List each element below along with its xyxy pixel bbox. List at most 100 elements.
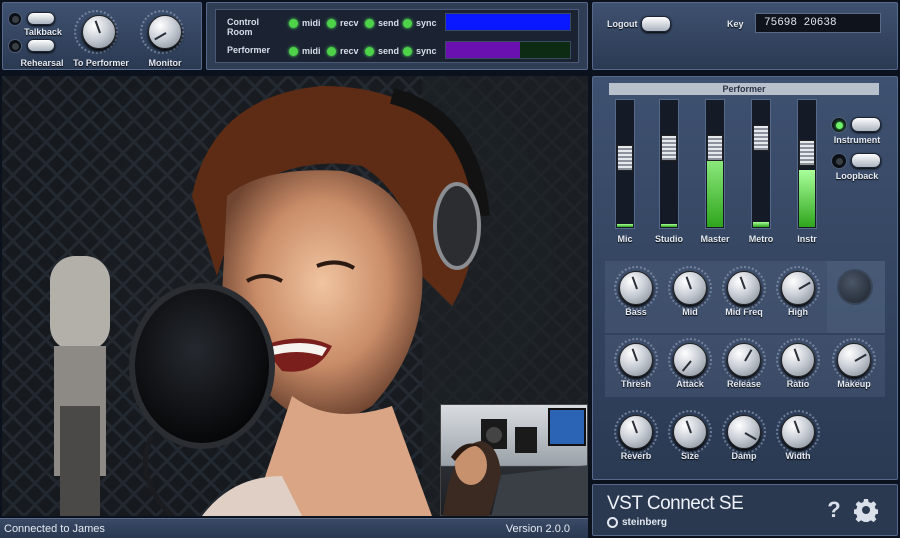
- instrument-label: Instrument: [833, 135, 881, 145]
- midi-led-icon: [289, 18, 298, 28]
- monitor-label: Monitor: [148, 58, 182, 68]
- version-text: Version 2.0.0: [505, 523, 570, 535]
- account-panel: Logout Key 75698 20638: [592, 2, 898, 70]
- damp-knob[interactable]: [727, 415, 761, 449]
- performer-send: send: [365, 46, 399, 56]
- control-room-video: [440, 404, 588, 516]
- recv-led-icon: [327, 46, 336, 56]
- connection-status-text: Connected to James: [4, 523, 105, 535]
- rehearsal-label: Rehearsal: [20, 58, 64, 68]
- mid-knob-group: Mid: [663, 266, 717, 317]
- attack-knob[interactable]: [673, 343, 707, 377]
- sync-led-icon: [403, 18, 412, 28]
- ratio-knob-group: Ratio: [771, 338, 825, 389]
- control-room-meter: [445, 13, 571, 31]
- help-icon[interactable]: ?: [823, 497, 845, 523]
- logout-label: Logout: [607, 19, 638, 29]
- fader-mic[interactable]: [615, 99, 635, 229]
- talkback-panel: Talkback Rehearsal To Performer Monitor: [2, 2, 202, 70]
- performer-recv: recv: [327, 46, 359, 56]
- control-room-midi: midi: [289, 18, 321, 28]
- fader-handle[interactable]: [753, 125, 769, 151]
- width-knob-group: Width: [771, 410, 825, 461]
- to-performer-label: To Performer: [73, 58, 129, 68]
- send-led-icon: [365, 46, 374, 56]
- attack-knob-group: Attack: [663, 338, 717, 389]
- control-room-meter-fill: [446, 14, 570, 30]
- thresh-knob[interactable]: [619, 343, 653, 377]
- eq-extra-knob-section: [827, 261, 885, 333]
- performer-row: Performer: [227, 45, 283, 55]
- to-performer-knob[interactable]: [82, 15, 116, 49]
- makeup-knob[interactable]: [837, 343, 871, 377]
- performer-meter-fill: [446, 42, 521, 58]
- performer-status-label: Performer: [227, 45, 271, 55]
- performer-meter: [445, 41, 571, 59]
- fader-level-fill: [753, 222, 769, 227]
- monitor-knob[interactable]: [148, 15, 182, 49]
- key-label: Key: [727, 19, 744, 29]
- size-knob[interactable]: [673, 415, 707, 449]
- width-knob[interactable]: [781, 415, 815, 449]
- release-knob[interactable]: [727, 343, 761, 377]
- fader-handle[interactable]: [661, 135, 677, 161]
- video-feed: [2, 76, 588, 516]
- rehearsal-led: [8, 39, 22, 53]
- rehearsal-toggle[interactable]: [27, 39, 55, 52]
- loopback-toggle[interactable]: [851, 153, 881, 168]
- ratio-knob[interactable]: [781, 343, 815, 377]
- mid-freq-knob[interactable]: [727, 271, 761, 305]
- fader-label-studio: Studio: [655, 234, 683, 244]
- monitor-knob-group: [135, 10, 195, 54]
- sync-led-icon: [403, 46, 412, 56]
- performer-title-bar: Performer: [609, 83, 879, 95]
- settings-gear-icon[interactable]: [853, 497, 879, 523]
- instrument-toggle[interactable]: [851, 117, 881, 132]
- reverb-knob-group: Reverb: [609, 410, 663, 461]
- control-room-send: send: [365, 18, 399, 28]
- fader-handle[interactable]: [707, 135, 723, 161]
- control-room-row: Control Room: [227, 17, 283, 37]
- steinberg-logo-icon: [607, 517, 618, 528]
- fader-label-metro: Metro: [748, 234, 774, 244]
- logout-button[interactable]: [641, 16, 671, 32]
- fader-handle[interactable]: [799, 140, 815, 166]
- size-knob-group: Size: [663, 410, 717, 461]
- steinberg-logo: steinberg: [607, 517, 667, 528]
- control-room-recv: recv: [327, 18, 359, 28]
- high-knob[interactable]: [781, 271, 815, 305]
- control-room-video-image: [443, 408, 588, 516]
- loopback-label: Loopback: [835, 171, 879, 181]
- fader-handle[interactable]: [617, 145, 633, 171]
- brand-panel: VST Connect SE steinberg ?: [592, 484, 898, 536]
- bass-knob[interactable]: [619, 271, 653, 305]
- product-name: VST Connect SE: [607, 493, 744, 514]
- performer-mixer-panel: Performer Mic Studio Master Metro Instr Inst…: [592, 76, 898, 480]
- midi-led-icon: [289, 46, 298, 56]
- damp-knob-group: Damp: [717, 410, 771, 461]
- fader-instr[interactable]: [797, 99, 817, 229]
- fader-metro[interactable]: [751, 99, 771, 229]
- key-field[interactable]: 75698 20638: [755, 13, 881, 33]
- status-bar: Connected to James Version 2.0.0: [0, 518, 588, 538]
- makeup-knob-group: Makeup: [827, 338, 881, 389]
- fader-label-mic: Mic: [617, 234, 633, 244]
- to-performer-knob-group: [69, 10, 129, 54]
- recv-led-icon: [327, 18, 336, 28]
- talkback-label: Talkback: [24, 27, 62, 37]
- fader-master[interactable]: [705, 99, 725, 229]
- connection-status-panel: Control Room midi recv send sync Perform…: [206, 2, 588, 70]
- talkback-toggle[interactable]: [27, 12, 55, 25]
- performer-midi: midi: [289, 46, 321, 56]
- bass-knob-group: Bass: [609, 266, 663, 317]
- loopback-led: [831, 153, 847, 169]
- mid-freq-knob-group: Mid Freq: [717, 266, 771, 317]
- control-room-sync: sync: [403, 18, 437, 28]
- mid-knob[interactable]: [673, 271, 707, 305]
- fader-studio[interactable]: [659, 99, 679, 229]
- fader-level-fill: [661, 224, 677, 227]
- fader-label-master: Master: [700, 234, 730, 244]
- reverb-knob[interactable]: [619, 415, 653, 449]
- instrument-led: [831, 117, 847, 133]
- fader-level-fill: [617, 224, 633, 227]
